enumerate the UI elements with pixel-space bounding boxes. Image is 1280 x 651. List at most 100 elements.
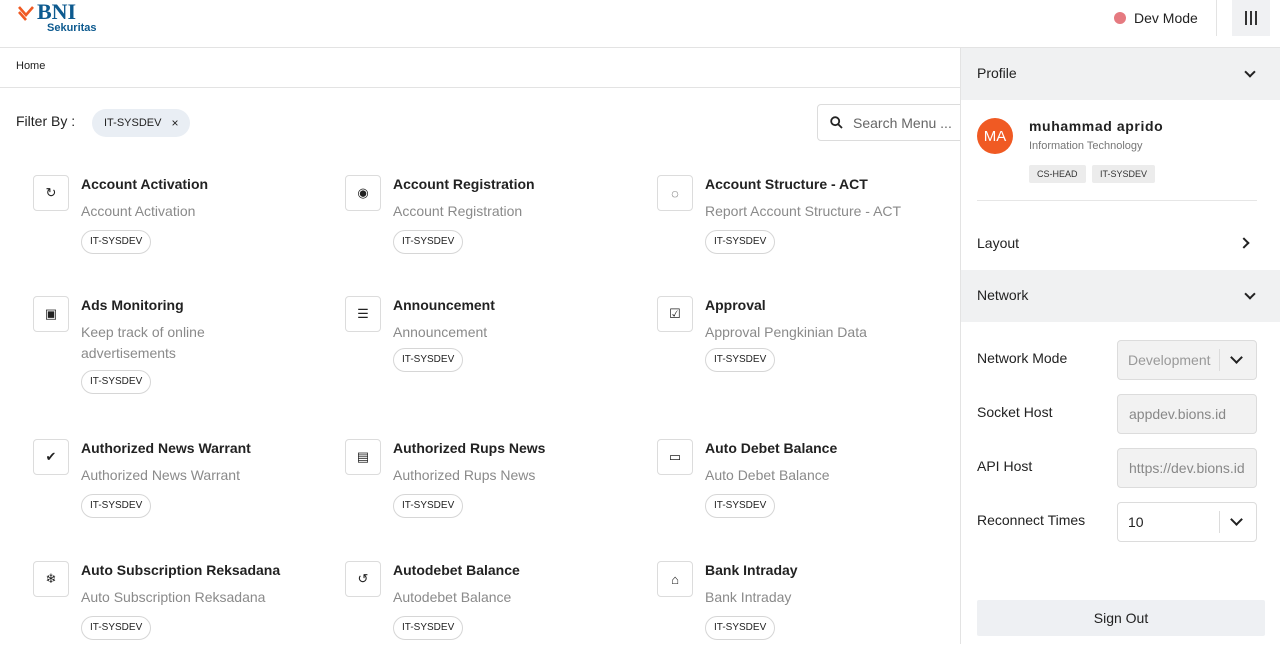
- menu-card-title: Authorized Rups News: [393, 440, 546, 456]
- menu-card-title: Account Registration: [393, 176, 535, 192]
- close-icon[interactable]: ×: [171, 116, 178, 130]
- menu-card-tag: IT-SYSDEV: [705, 348, 776, 372]
- user-department: Information Technology: [1029, 140, 1143, 152]
- menu-card-description: Account Registration: [393, 203, 523, 219]
- menu-card-tag: IT-SYSDEV: [393, 348, 464, 372]
- network-mode-label: Network Mode: [977, 350, 1068, 366]
- bni-logo[interactable]: BNI Sekuritas: [17, 0, 97, 37]
- id-card-icon: ▣: [33, 296, 69, 332]
- user-circle-icon: ◉: [345, 175, 381, 211]
- menu-card-title: Auto Subscription Reksadana: [81, 562, 281, 578]
- reconnect-times-select[interactable]: 10: [1117, 502, 1257, 542]
- api-host-label: API Host: [977, 458, 1033, 474]
- box-open-icon: ▤: [345, 439, 381, 475]
- menu-card-tag: IT-SYSDEV: [393, 616, 464, 640]
- reconnect-times-value: 10: [1128, 514, 1144, 530]
- menu-card[interactable]: ▣ Ads Monitoring Keep track of online adve…: [33, 296, 333, 394]
- breadcrumb-home[interactable]: Home: [16, 60, 45, 72]
- search-input[interactable]: [853, 114, 963, 131]
- filter-chip[interactable]: IT-SYSDEV ×: [92, 109, 191, 137]
- circle-notch-icon: ◌: [657, 175, 693, 211]
- menu-card-title: Bank Intraday: [705, 562, 798, 578]
- breadcrumb-divider: [0, 87, 960, 88]
- api-host-field[interactable]: [1117, 448, 1257, 488]
- user-name: muhammad aprido: [1029, 118, 1164, 134]
- user-tag: CS-HEAD: [1029, 165, 1086, 183]
- profile-divider: [977, 200, 1257, 201]
- layout-label: Layout: [977, 235, 1020, 251]
- topbar-divider: [1216, 0, 1217, 36]
- menu-card-title: Announcement: [393, 297, 495, 313]
- menu-card-title: Account Activation: [81, 176, 209, 192]
- menu-card-title: Ads Monitoring: [81, 297, 184, 313]
- menu-card-description: Keep track of online advertisements: [81, 324, 205, 361]
- menu-card[interactable]: ✔ Authorized News Warrant Authorized News …: [33, 439, 333, 529]
- panel-toggle-button[interactable]: [1232, 0, 1270, 36]
- socket-host-field[interactable]: [1117, 394, 1257, 434]
- menu-card-tag: IT-SYSDEV: [81, 230, 152, 254]
- columns-menu-icon: [1245, 11, 1247, 25]
- network-section-header[interactable]: Network: [961, 270, 1280, 322]
- menu-card[interactable]: ☰ Announcement Announcement IT-SYSDEV: [345, 296, 645, 386]
- chevron-right-icon: [1238, 237, 1250, 249]
- menu-card-tag: IT-SYSDEV: [393, 494, 464, 518]
- newspaper-icon: ☰: [345, 296, 381, 332]
- search-box[interactable]: [817, 104, 967, 141]
- menu-card-tag: IT-SYSDEV: [393, 230, 464, 254]
- profile-section-header[interactable]: Profile: [961, 48, 1280, 100]
- menu-card[interactable]: ⌂ Bank Intraday Bank Intraday IT-SYSDEV: [657, 561, 957, 651]
- menu-card[interactable]: ↻ Account Activation Account Activation IT-…: [33, 175, 333, 265]
- profile-label: Profile: [977, 65, 1017, 81]
- menu-card-tag: IT-SYSDEV: [81, 370, 152, 394]
- menu-card-description: Report Account Structure - ACT: [705, 203, 902, 219]
- menu-card-description: Approval Pengkinian Data: [705, 324, 867, 340]
- menu-card[interactable]: ▤ Authorized Rups News Authorized Rups New…: [345, 439, 645, 529]
- menu-card-tag: IT-SYSDEV: [705, 494, 776, 518]
- menu-card[interactable]: ▭ Auto Debet Balance Auto Debet Balance IT-…: [657, 439, 957, 529]
- bni-logo-mark-icon: [18, 6, 34, 21]
- chevron-down-icon: [1244, 288, 1256, 300]
- menu-card[interactable]: ❄ Auto Subscription Reksadana Auto Subscri…: [33, 561, 333, 651]
- menu-card-description: Account Activation: [81, 203, 196, 219]
- menu-card-title: Account Structure - ACT: [705, 176, 868, 192]
- dev-mode-indicator[interactable]: Dev Mode: [1114, 9, 1198, 27]
- menu-card-title: Autodebet Balance: [393, 562, 520, 578]
- socket-host-input[interactable]: [1118, 395, 1256, 433]
- badge-check-icon: ✔: [33, 439, 69, 475]
- user-tag: IT-SYSDEV: [1092, 165, 1156, 183]
- chevron-down-icon: [1244, 66, 1256, 78]
- menu-card-description: Authorized News Warrant: [81, 467, 240, 483]
- socket-host-label: Socket Host: [977, 404, 1053, 420]
- filter-label: Filter By :: [16, 113, 76, 129]
- monitor-icon: ▭: [657, 439, 693, 475]
- menu-card-title: Auto Debet Balance: [705, 440, 838, 456]
- menu-card[interactable]: ◉ Account Registration Account Registratio…: [345, 175, 645, 265]
- columns-menu-icon-bar: [1255, 11, 1257, 25]
- menu-card[interactable]: ↺ Autodebet Balance Autodebet Balance IT-SY…: [345, 561, 645, 651]
- avatar: MA: [977, 118, 1013, 154]
- dev-mode-label: Dev Mode: [1134, 10, 1198, 26]
- search-icon: [830, 116, 843, 129]
- menu-card[interactable]: ☑ Approval Approval Pengkinian Data IT-SYSD…: [657, 296, 957, 386]
- breadcrumb[interactable]: Home: [16, 60, 45, 72]
- status-dot-icon: [1114, 12, 1126, 24]
- reconnect-times-label: Reconnect Times: [977, 512, 1086, 528]
- menu-card-tag: IT-SYSDEV: [705, 230, 776, 254]
- menu-card-tag: IT-SYSDEV: [705, 616, 776, 640]
- checkbox-icon: ☑: [657, 296, 693, 332]
- columns-menu-icon-bar: [1250, 11, 1252, 25]
- settings-panel: Profile MA muhammad aprido Information T…: [960, 48, 1280, 644]
- menu-card-title: Approval: [705, 297, 766, 313]
- menu-card-description: Auto Debet Balance: [705, 467, 830, 483]
- chevron-down-icon: [1230, 513, 1243, 526]
- menu-card-description: Authorized Rups News: [393, 467, 536, 483]
- network-mode-select[interactable]: Development: [1117, 340, 1257, 380]
- chevron-down-icon: [1230, 351, 1243, 364]
- refresh-icon: ↺: [345, 561, 381, 597]
- network-mode-value: Development: [1128, 352, 1211, 368]
- menu-card-tag: IT-SYSDEV: [81, 494, 152, 518]
- snowflake-icon: ❄: [33, 561, 69, 597]
- sign-out-button[interactable]: Sign Out: [977, 600, 1265, 636]
- api-host-input[interactable]: [1118, 449, 1256, 487]
- menu-card[interactable]: ◌ Account Structure - ACT Report Account S…: [657, 175, 957, 265]
